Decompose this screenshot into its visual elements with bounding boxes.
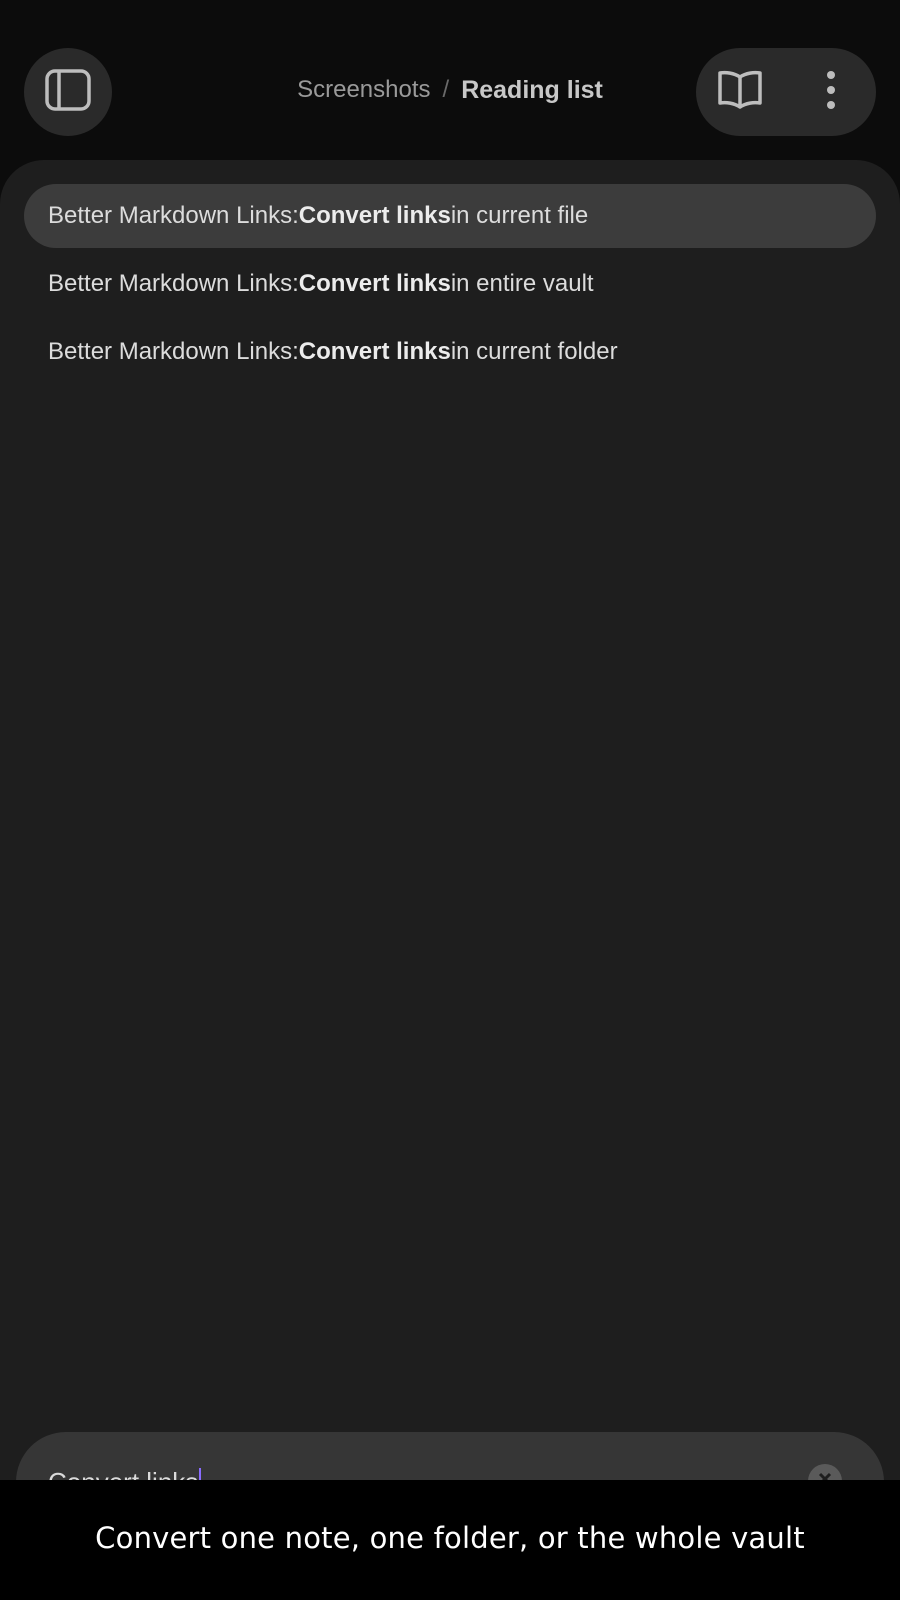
command-palette: Better Markdown Links: Convert links in …	[0, 160, 900, 1600]
suggestion-match: Convert links	[298, 270, 451, 297]
suggestion-prefix: Better Markdown Links:	[48, 270, 299, 297]
suggestion-suffix: in entire vault	[450, 270, 594, 297]
page-title[interactable]: Reading list	[461, 76, 603, 105]
header-actions	[696, 48, 876, 136]
caption-overlay: Convert one note, one folder, or the who…	[0, 1480, 900, 1600]
suggestion-suffix: in current folder	[450, 338, 618, 365]
suggestion-prefix: Better Markdown Links:	[48, 338, 299, 365]
reading-view-button[interactable]	[708, 64, 772, 120]
more-vertical-icon	[825, 70, 837, 115]
suggestion-item[interactable]: Better Markdown Links: Convert links in …	[24, 252, 876, 316]
suggestion-match: Convert links	[298, 202, 451, 229]
breadcrumb-parent[interactable]: Screenshots	[297, 76, 430, 104]
suggestion-match: Convert links	[298, 338, 451, 365]
suggestion-suffix: in current file	[450, 202, 589, 229]
caption-text: Convert one note, one folder, or the who…	[95, 1521, 805, 1555]
suggestion-list: Better Markdown Links: Convert links in …	[24, 184, 876, 388]
more-options-button[interactable]	[806, 64, 856, 120]
top-bar: Screenshots / Reading list	[0, 0, 900, 160]
suggestion-item[interactable]: Better Markdown Links: Convert links in …	[24, 320, 876, 384]
breadcrumb-separator: /	[442, 76, 450, 103]
suggestion-item[interactable]: Better Markdown Links: Convert links in …	[24, 184, 876, 248]
book-open-icon	[716, 69, 764, 116]
suggestion-prefix: Better Markdown Links:	[48, 202, 299, 229]
